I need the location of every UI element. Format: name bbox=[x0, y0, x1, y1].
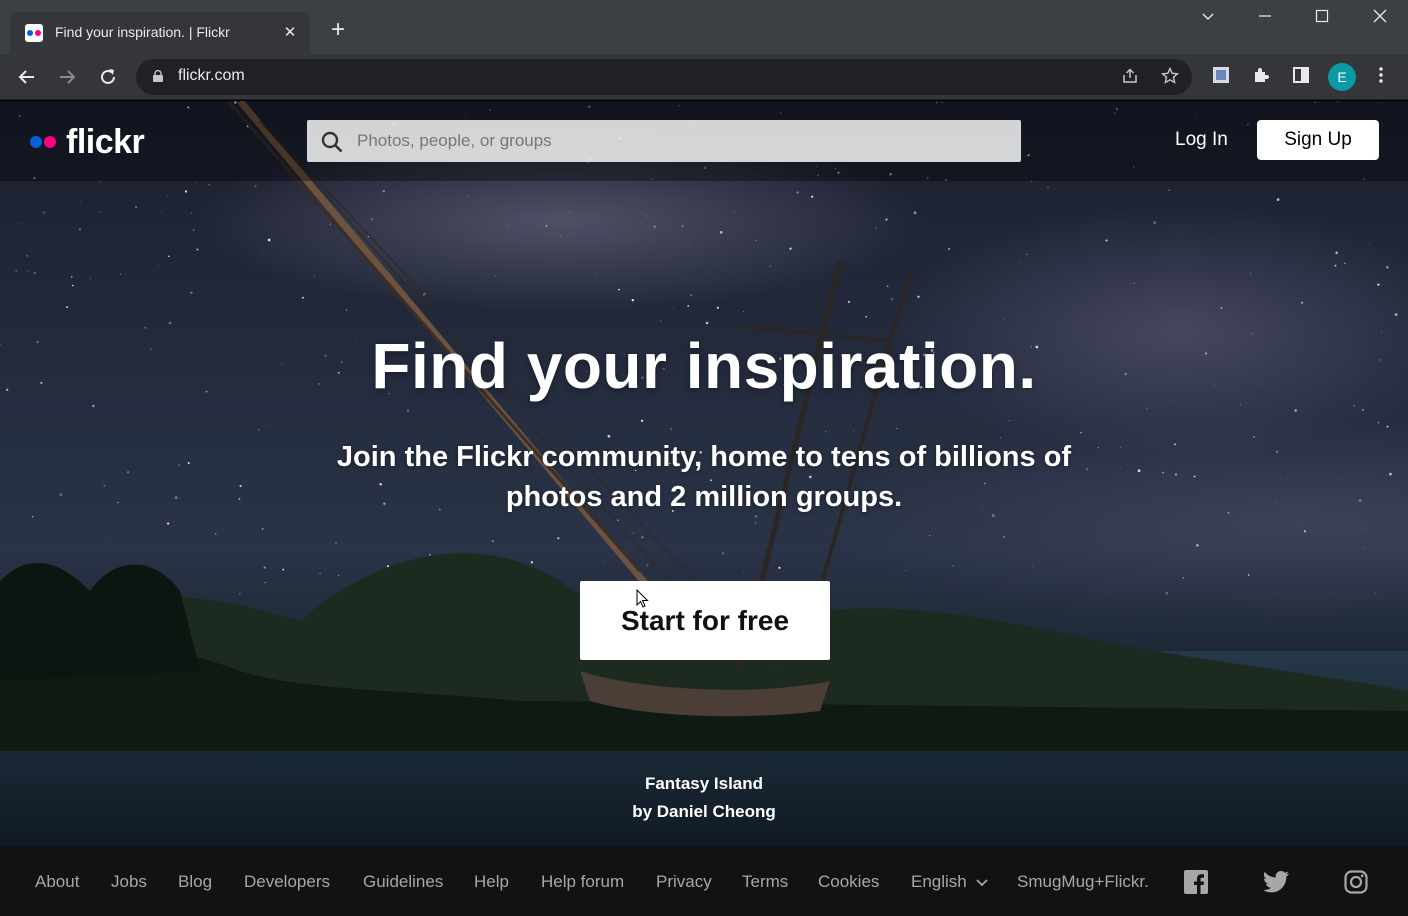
footer-link-smugmug[interactable]: SmugMug+Flickr. bbox=[1017, 872, 1149, 892]
hero-title: Find your inspiration. bbox=[371, 330, 1037, 402]
tab-title: Find your inspiration. | Flickr bbox=[55, 24, 230, 40]
chevron-down-icon bbox=[975, 879, 988, 887]
footer-link-jobs[interactable]: Jobs bbox=[111, 872, 147, 892]
footer-link-cookies[interactable]: Cookies bbox=[818, 872, 879, 892]
footer-link-blog[interactable]: Blog bbox=[178, 872, 212, 892]
logo-text: flickr bbox=[66, 123, 145, 161]
menu-kebab-icon[interactable] bbox=[1370, 66, 1392, 88]
reload-icon[interactable] bbox=[95, 64, 121, 90]
flickr-favicon-icon bbox=[25, 24, 43, 42]
signup-button[interactable]: Sign Up bbox=[1257, 120, 1379, 160]
footer-link-guidelines[interactable]: Guidelines bbox=[363, 872, 443, 892]
minimize-icon[interactable] bbox=[1254, 8, 1276, 30]
puzzle-icon[interactable] bbox=[1250, 66, 1272, 88]
twitter-icon[interactable] bbox=[1263, 870, 1289, 894]
site-header: flickr Log In Sign Up bbox=[0, 101, 1408, 181]
footer-link-help[interactable]: Help bbox=[474, 872, 509, 892]
footer-link-about[interactable]: About bbox=[35, 872, 79, 892]
extension-icon[interactable] bbox=[1210, 66, 1232, 88]
hero-subtitle: Join the Flickr community, home to tens … bbox=[336, 441, 1072, 513]
share-icon[interactable] bbox=[1120, 67, 1140, 87]
back-icon[interactable] bbox=[14, 64, 40, 90]
maximize-icon[interactable] bbox=[1311, 8, 1333, 30]
search-bar[interactable] bbox=[307, 120, 1021, 162]
language-selector[interactable]: English bbox=[911, 872, 988, 892]
language-label: English bbox=[911, 872, 967, 891]
search-input[interactable] bbox=[357, 120, 1007, 162]
facebook-icon[interactable] bbox=[1184, 870, 1208, 894]
tab-close-icon[interactable]: ✕ bbox=[280, 23, 300, 43]
tab-search-icon[interactable] bbox=[1197, 8, 1219, 30]
browser-toolbar: flickr.com E bbox=[0, 54, 1408, 100]
close-window-icon[interactable] bbox=[1369, 8, 1391, 30]
side-panel-icon[interactable] bbox=[1290, 66, 1312, 88]
footer-link-terms[interactable]: Terms bbox=[742, 872, 788, 892]
browser-tab[interactable]: Find your inspiration. | Flickr ✕ bbox=[10, 12, 310, 54]
login-link[interactable]: Log In bbox=[1175, 129, 1228, 151]
footer-link-developers[interactable]: Developers bbox=[244, 872, 330, 892]
logo-blue-dot-icon bbox=[30, 136, 42, 148]
forward-icon[interactable] bbox=[54, 64, 80, 90]
footer-link-privacy[interactable]: Privacy bbox=[656, 872, 712, 892]
new-tab-button[interactable]: + bbox=[326, 18, 350, 42]
lock-icon[interactable] bbox=[153, 70, 163, 82]
site-footer: About Jobs Blog Developers Guidelines He… bbox=[0, 846, 1408, 916]
logo-pink-dot-icon bbox=[44, 136, 56, 148]
browser-tab-strip: Find your inspiration. | Flickr ✕ + bbox=[0, 0, 1408, 54]
footer-link-help-forum[interactable]: Help forum bbox=[541, 872, 624, 892]
mouse-cursor-icon bbox=[636, 589, 649, 608]
profile-avatar[interactable]: E bbox=[1328, 63, 1356, 91]
bookmark-star-icon[interactable] bbox=[1160, 66, 1180, 87]
flickr-landing-page: flickr Log In Sign Up Find your inspirat… bbox=[0, 101, 1408, 916]
photo-credit-title[interactable]: Fantasy Island bbox=[0, 774, 1408, 794]
start-for-free-button[interactable]: Start for free bbox=[580, 581, 830, 660]
instagram-icon[interactable] bbox=[1344, 870, 1368, 894]
url-text[interactable]: flickr.com bbox=[178, 67, 245, 85]
address-bar[interactable]: flickr.com bbox=[136, 59, 1192, 95]
search-icon[interactable] bbox=[321, 131, 343, 153]
photo-credit-author[interactable]: by Daniel Cheong bbox=[0, 802, 1408, 822]
